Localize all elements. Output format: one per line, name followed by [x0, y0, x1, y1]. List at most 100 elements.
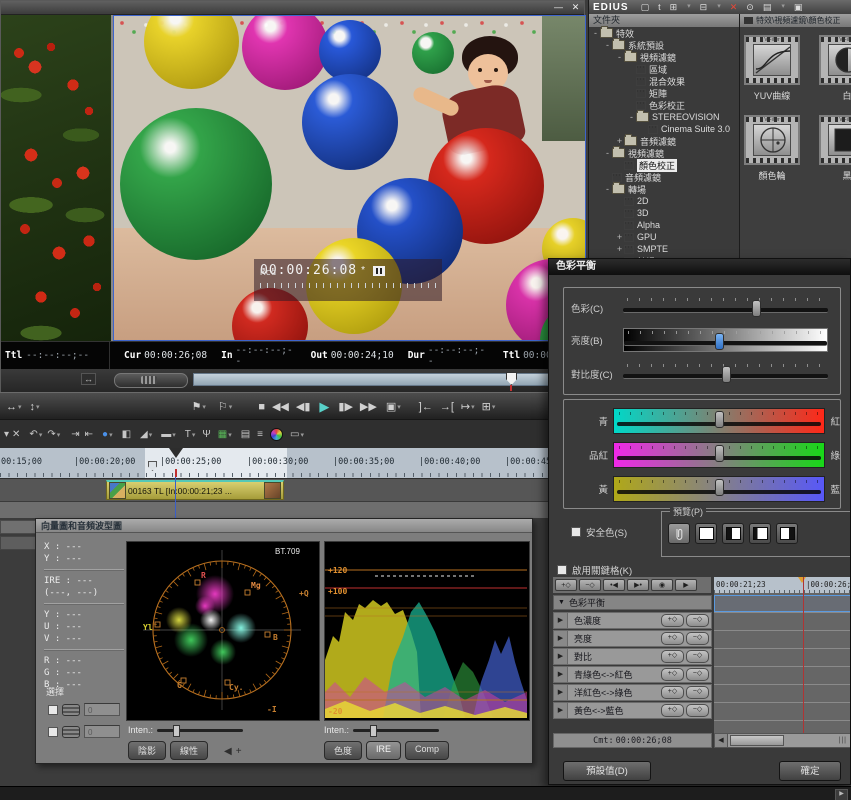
dropdown-icon[interactable]: ▾: [229, 403, 233, 411]
app-horizontal-scrollbar[interactable]: ▶: [0, 786, 851, 800]
add-keyframe-icon[interactable]: +◇: [661, 632, 684, 645]
tree-item-矩陣[interactable]: 矩陣: [589, 87, 739, 99]
split-clip-icon[interactable]: ◢: [140, 429, 148, 440]
dropdown-icon[interactable]: ▾: [172, 431, 176, 439]
preview-split-small-icon[interactable]: [749, 523, 771, 544]
rewind-icon[interactable]: ◀◀: [272, 397, 289, 417]
luminance-slider[interactable]: [623, 328, 828, 352]
lock-icon[interactable]: ▣: [794, 2, 803, 13]
jump-edit-icon[interactable]: ↦: [461, 397, 470, 417]
prev-frame-icon[interactable]: ◀▮: [296, 397, 311, 417]
chroma-slider[interactable]: [623, 296, 828, 320]
remove-keyframe-icon[interactable]: −◇: [686, 650, 709, 663]
expand-icon[interactable]: ▶: [554, 649, 568, 664]
intensity-slider[interactable]: [157, 729, 243, 732]
dropdown-icon[interactable]: ▾: [781, 2, 785, 13]
title-tool-icon[interactable]: T: [185, 429, 191, 440]
tree-item-視頻濾鏡[interactable]: -視頻濾鏡: [589, 51, 739, 63]
remove-keyframe-icon[interactable]: −◇: [686, 614, 709, 627]
trim-out-icon[interactable]: →[: [440, 397, 454, 417]
dropdown-icon[interactable]: ▾: [397, 403, 401, 411]
tree-item-顏色校正[interactable]: 顏色校正: [589, 159, 739, 171]
keyframe-ruler[interactable]: 00:00:21;23 |00:00:26;2: [714, 577, 851, 593]
tree-item-混合效果[interactable]: 混合效果: [589, 75, 739, 87]
kf-param-row-色濃度[interactable]: ▶色濃度+◇−◇: [553, 612, 712, 629]
marker-tool-icon[interactable]: ⊟: [700, 2, 708, 13]
kf-param-row-青綠色<->紅色[interactable]: ▶青綠色<->紅色+◇−◇: [553, 666, 712, 683]
add-keyframe-icon[interactable]: +◇: [555, 579, 577, 591]
dropdown-icon[interactable]: ▾: [492, 403, 496, 411]
ripple-cut-icon[interactable]: ◧: [122, 429, 131, 440]
fast-forward-icon[interactable]: ▶▶: [360, 397, 377, 417]
remove-keyframe-icon[interactable]: −◇: [686, 668, 709, 681]
color-slider-thumb[interactable]: [715, 445, 724, 462]
expand-icon[interactable]: ▶: [554, 667, 568, 682]
sequence-settings-icon[interactable]: ▤: [241, 429, 250, 440]
view-grid-icon[interactable]: ▤: [763, 2, 772, 13]
kf-scrollbar[interactable]: ◀ |||: [714, 733, 851, 748]
prev-keyframe-icon[interactable]: •◀: [603, 579, 625, 591]
dropdown-icon[interactable]: ▾: [228, 431, 232, 439]
shuttle-icon[interactable]: ↕: [30, 397, 36, 417]
minimize-icon[interactable]: —: [550, 1, 567, 13]
jog-icon[interactable]: ↔: [6, 397, 17, 417]
kf-param-row-亮度[interactable]: ▶亮度+◇−◇: [553, 630, 712, 647]
remove-keyframe-icon[interactable]: −◇: [686, 632, 709, 645]
color-wheel-icon[interactable]: [270, 428, 283, 441]
add-keyframe-icon[interactable]: +◇: [661, 650, 684, 663]
tree-item-音頻濾鏡[interactable]: 音頻濾鏡: [589, 171, 739, 183]
collapse-icon[interactable]: -: [603, 148, 612, 158]
stop-icon[interactable]: ■: [258, 397, 265, 417]
tree-item-轉場[interactable]: -轉場: [589, 183, 739, 195]
dropdown-icon[interactable]: ▾: [192, 431, 196, 439]
toggle-keyframe-icon[interactable]: ◉: [651, 579, 673, 591]
tree-item-區域[interactable]: 區域: [589, 63, 739, 75]
scope-window-titlebar[interactable]: 向量圖和音頻波型圖: [36, 519, 532, 533]
playhead-icon[interactable]: [169, 448, 183, 458]
select-checkbox[interactable]: [48, 727, 58, 737]
dropdown-icon[interactable]: ▾: [149, 431, 153, 439]
select-value-field[interactable]: 0: [84, 703, 120, 716]
shuttle-slider[interactable]: [114, 373, 188, 388]
layout-icon[interactable]: ▭: [290, 429, 299, 440]
scroll-left-icon[interactable]: ◀: [715, 734, 728, 747]
ok-button[interactable]: 確定: [779, 761, 841, 781]
toolbar-dropdown-icon[interactable]: ▾: [4, 429, 9, 440]
preview-full-icon[interactable]: [695, 523, 717, 544]
expand-icon[interactable]: ▶: [554, 685, 568, 700]
play-icon[interactable]: ▶: [319, 397, 329, 417]
intensity-slider[interactable]: [353, 729, 439, 732]
tree-item-Cinema Suite 3.0[interactable]: Cinema Suite 3.0: [589, 123, 739, 135]
close-red-icon[interactable]: ✕: [730, 2, 738, 13]
tree-item-SMPTE[interactable]: +SMPTE: [589, 243, 739, 255]
luminance-slider-thumb[interactable]: [715, 333, 724, 350]
tree-item-3D[interactable]: 3D: [589, 207, 739, 219]
timeline-ruler[interactable]: 00:15;00|00:00:20;00|00:00:25;00|00:00:3…: [0, 448, 585, 478]
select-mode-icon[interactable]: [62, 704, 80, 716]
select-checkbox[interactable]: [48, 705, 58, 715]
collapse-icon[interactable]: -: [615, 52, 624, 62]
enable-keyframe-checkbox[interactable]: [557, 565, 567, 575]
contrast-slider[interactable]: [623, 362, 828, 386]
delete-clip-icon[interactable]: ✕: [12, 429, 20, 440]
play-filter-icon[interactable]: ▶: [675, 579, 697, 591]
remove-keyframe-icon[interactable]: −◇: [686, 704, 709, 717]
kf-param-row-洋紅色<->綠色[interactable]: ▶洋紅色<->綠色+◇−◇: [553, 684, 712, 701]
tree-item-系統預設[interactable]: -系統預設: [589, 39, 739, 51]
default-button[interactable]: 預設值(D): [563, 761, 651, 781]
sync-point-icon[interactable]: ●: [102, 429, 108, 440]
preview-split-left-icon[interactable]: [722, 523, 744, 544]
dropdown-icon[interactable]: ▾: [687, 2, 691, 13]
collapse-icon[interactable]: -: [603, 184, 612, 194]
dropdown-icon[interactable]: ▾: [36, 403, 40, 411]
next-keyframe-icon[interactable]: ▶•: [627, 579, 649, 591]
scroll-right-icon[interactable]: ▶: [835, 789, 848, 800]
timeline-clip[interactable]: 00163 TL [In:00:00:21;23 ...: [106, 480, 284, 500]
voiceover-mic-icon[interactable]: Ψ: [202, 429, 210, 440]
add-keyframe-icon[interactable]: +◇: [661, 614, 684, 627]
contrast-slider-thumb[interactable]: [722, 366, 731, 383]
window-icon[interactable]: ▢: [641, 2, 650, 13]
filter-thumbnail-白[interactable]: V.Filter: [819, 35, 851, 85]
player-layout-icon[interactable]: ⊞: [482, 397, 491, 417]
redo-icon[interactable]: ↷: [47, 429, 55, 440]
